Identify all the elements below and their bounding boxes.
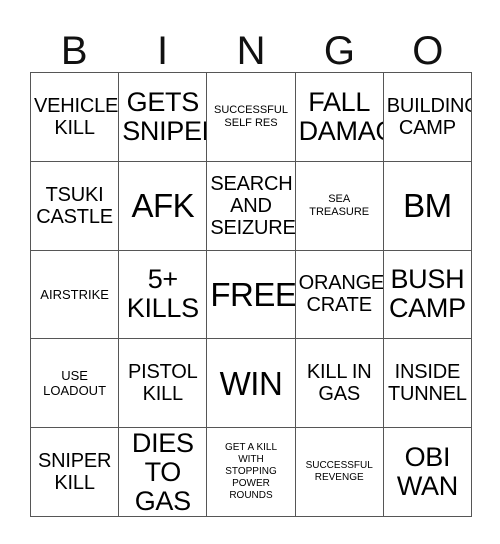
bingo-cell-label: OBI WAN xyxy=(396,442,458,502)
bingo-cell-r2c2[interactable]: AFK xyxy=(119,161,208,251)
bingo-cell-label: PISTOL KILL xyxy=(128,361,198,406)
bingo-cell-label: KILL IN GAS xyxy=(306,361,372,406)
bingo-cell-r2c1[interactable]: TSUKI CASTLE xyxy=(31,161,120,251)
bingo-cell-r5c2[interactable]: DIES TO GAS xyxy=(119,428,208,517)
bingo-cell-r5c4[interactable]: SUCCESSFUL REVENGE xyxy=(295,428,384,517)
bingo-cell-label: INSIDE TUNNEL xyxy=(387,361,467,406)
bingo-cell-r4c3[interactable]: WIN xyxy=(207,339,296,429)
bingo-cell-label: SNIPER KILL xyxy=(37,450,112,495)
bingo-cell-r4c4[interactable]: KILL IN GAS xyxy=(295,339,384,429)
bingo-cell-label: GETS SNIPED xyxy=(122,86,206,146)
bingo-cell-label: SUCCESSFUL REVENGE xyxy=(305,460,373,484)
bingo-cell-r1c4[interactable]: FALL DAMAGE xyxy=(295,73,384,162)
bingo-cell-r5c5[interactable]: OBI WAN xyxy=(383,428,472,517)
bingo-cell-label: BM xyxy=(403,187,452,225)
bingo-cell-label: USE LOADOUT xyxy=(43,368,107,399)
bingo-cell-label: VEHICLE KILL xyxy=(34,94,119,139)
bingo-cell-r3c3[interactable]: FREE xyxy=(207,250,296,340)
bingo-cell-label: 5+ KILLS xyxy=(126,264,199,324)
bingo-cell-r2c4[interactable]: SEA TREASURE xyxy=(295,161,384,251)
bingo-cell-label: BUILDING CAMP xyxy=(386,94,472,139)
bingo-cell-r4c1[interactable]: USE LOADOUT xyxy=(31,339,120,429)
bingo-cell-r5c1[interactable]: SNIPER KILL xyxy=(31,428,120,517)
header-letter-o: O xyxy=(412,29,444,73)
bingo-cell-label: AIRSTRIKE xyxy=(40,286,109,302)
bingo-cell-label: FREE xyxy=(210,275,296,313)
bingo-cell-label: AFK xyxy=(131,187,195,225)
bingo-cell-label: SEA TREASURE xyxy=(309,192,370,218)
bingo-cell-r3c1[interactable]: AIRSTRIKE xyxy=(31,250,120,340)
bingo-cell-r4c2[interactable]: PISTOL KILL xyxy=(119,339,208,429)
bingo-cell-r5c3[interactable]: GET A KILL WITH STOPPING POWER ROUNDS xyxy=(207,428,296,517)
bingo-cell-label: FALL DAMAGE xyxy=(298,86,383,146)
bingo-cell-label: GET A KILL WITH STOPPING POWER ROUNDS xyxy=(224,442,278,502)
bingo-card: B I N G O VEHICLE KILLGETS SNIPED SUCCESS… xyxy=(0,0,500,544)
bingo-cell-label: TSUKI CASTLE xyxy=(36,183,113,228)
bingo-header: B I N G O xyxy=(30,14,472,72)
bingo-cell-r2c5[interactable]: BM xyxy=(383,161,472,251)
bingo-grid: VEHICLE KILLGETS SNIPED SUCCESSFUL SELF R… xyxy=(30,72,472,517)
header-letter-g: G xyxy=(323,29,355,73)
bingo-cell-label: BUSH CAMP xyxy=(388,264,466,324)
bingo-cell-r3c4[interactable]: ORANGE CRATE xyxy=(295,250,384,340)
bingo-cell-r1c2[interactable]: GETS SNIPED xyxy=(119,73,208,162)
bingo-cell-r3c2[interactable]: 5+ KILLS xyxy=(119,250,208,340)
header-letter-b: B xyxy=(60,29,88,73)
bingo-cell-label: SUCCESSFUL SELF RES xyxy=(214,103,288,129)
header-letter-i: I xyxy=(157,29,169,73)
bingo-cell-label: ORANGE CRATE xyxy=(298,272,384,317)
header-letter-n: N xyxy=(236,29,266,73)
bingo-cell-r1c3[interactable]: SUCCESSFUL SELF RES xyxy=(207,73,296,162)
bingo-cell-label: WIN xyxy=(219,364,283,402)
bingo-cell-r3c5[interactable]: BUSH CAMP xyxy=(383,250,472,340)
bingo-cell-r1c1[interactable]: VEHICLE KILL xyxy=(31,73,120,162)
bingo-cell-r1c5[interactable]: BUILDING CAMP xyxy=(383,73,472,162)
bingo-cell-r2c3[interactable]: SEARCH AND SEIZURE xyxy=(207,161,296,251)
bingo-cell-label: DIES TO GAS xyxy=(131,428,194,516)
bingo-cell-r4c5[interactable]: INSIDE TUNNEL xyxy=(383,339,472,429)
bingo-cell-label: SEARCH AND SEIZURE xyxy=(210,172,296,239)
